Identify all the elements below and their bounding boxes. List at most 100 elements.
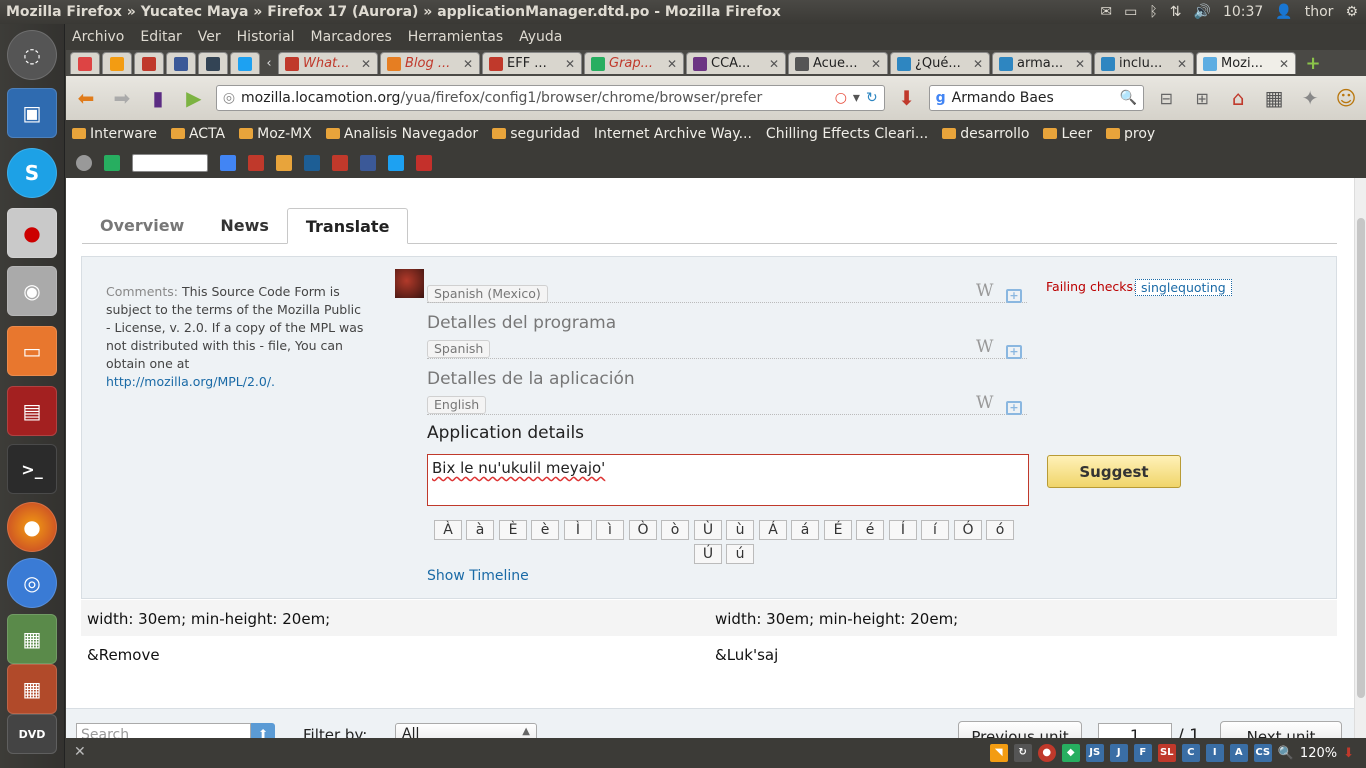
- page-number-input[interactable]: 1: [1098, 723, 1172, 738]
- dvd-icon[interactable]: DVD: [7, 714, 57, 754]
- pinned-tab-facebook[interactable]: [166, 52, 196, 74]
- reload-icon[interactable]: ↻: [866, 90, 878, 106]
- bookmark-seguridad[interactable]: seguridad: [492, 126, 580, 142]
- tab-8[interactable]: inclu... ✕: [1094, 52, 1194, 74]
- char-button[interactable]: Ú: [694, 544, 722, 564]
- page-scrollbar[interactable]: [1354, 178, 1366, 738]
- session-gear-icon[interactable]: ⚙: [1345, 4, 1358, 20]
- monkey-icon[interactable]: ☺: [1332, 84, 1360, 112]
- menu-editar[interactable]: Editar: [140, 29, 181, 45]
- char-button[interactable]: Ù: [694, 520, 722, 540]
- virtualbox-icon[interactable]: ▣: [7, 88, 57, 138]
- google-addon-icon[interactable]: [220, 155, 236, 171]
- app-stack-2-icon[interactable]: ▦: [7, 664, 57, 714]
- copy-to-target-icon[interactable]: +: [1006, 289, 1022, 303]
- bookmark-desarrollo[interactable]: desarrollo: [942, 126, 1029, 142]
- js-icon[interactable]: JS: [1085, 744, 1104, 762]
- char-button[interactable]: è: [531, 520, 559, 540]
- volume-icon[interactable]: 🔊: [1194, 4, 1211, 20]
- bookmark-moz-mx[interactable]: Moz-MX: [239, 126, 312, 142]
- tv-addon-icon[interactable]: ▶: [180, 84, 208, 112]
- char-button[interactable]: Á: [759, 520, 787, 540]
- char-button[interactable]: é: [856, 520, 884, 540]
- char-button[interactable]: á: [791, 520, 819, 540]
- tab-close-icon[interactable]: ✕: [463, 57, 473, 71]
- sync-icon[interactable]: ↻: [1013, 744, 1032, 762]
- bookmark-leer[interactable]: Leer: [1043, 126, 1092, 142]
- show-timeline-link[interactable]: Show Timeline: [427, 568, 529, 584]
- tab-close-icon[interactable]: ✕: [1177, 57, 1187, 71]
- unit-search-input[interactable]: Search: [76, 723, 251, 738]
- record-icon[interactable]: [76, 155, 92, 171]
- next-unit-button[interactable]: Next unit: [1220, 721, 1342, 738]
- url-bar[interactable]: ◎ mozilla.locamotion.org/yua/firefox/con…: [215, 85, 885, 111]
- char-button[interactable]: Ò: [629, 520, 657, 540]
- site-identity-icon[interactable]: ◎: [223, 90, 235, 106]
- char-button[interactable]: ì: [596, 520, 624, 540]
- tab-9-active[interactable]: Mozi... ✕: [1196, 52, 1296, 74]
- google-engine-icon[interactable]: g: [936, 90, 946, 106]
- tab-close-icon[interactable]: ✕: [1075, 57, 1085, 71]
- battery-icon[interactable]: ▭: [1124, 4, 1137, 20]
- char-button[interactable]: à: [466, 520, 494, 540]
- files-icon[interactable]: ▭: [7, 326, 57, 376]
- copy-to-target-icon[interactable]: +: [1006, 345, 1022, 359]
- bookmark-analisis-navegador[interactable]: Analisis Navegador: [326, 126, 478, 142]
- share-icon[interactable]: [104, 155, 120, 171]
- app-stack-icon[interactable]: ▦: [7, 614, 57, 664]
- i-icon[interactable]: I: [1205, 744, 1224, 762]
- j-icon[interactable]: J: [1109, 744, 1128, 762]
- download-icon[interactable]: ⬇: [893, 84, 921, 112]
- copy-to-target-icon[interactable]: +: [1006, 401, 1022, 415]
- menu-marcadores[interactable]: Marcadores: [311, 29, 392, 45]
- plus-icon[interactable]: ⊞: [1188, 84, 1216, 112]
- char-button[interactable]: Ì: [564, 520, 592, 540]
- char-button[interactable]: ó: [986, 520, 1014, 540]
- mail-icon[interactable]: ✉: [1100, 4, 1112, 20]
- pinned-tab-lastfm[interactable]: [134, 52, 164, 74]
- pinned-tab-twitter[interactable]: [230, 52, 260, 74]
- bookmark-interware[interactable]: Interware: [72, 126, 157, 142]
- toolbar-search-input[interactable]: [132, 154, 208, 172]
- previous-unit-button[interactable]: Previous unit: [958, 721, 1082, 738]
- tab-5[interactable]: Acue... ✕: [788, 52, 888, 74]
- char-button[interactable]: ò: [661, 520, 689, 540]
- char-button[interactable]: Í: [889, 520, 917, 540]
- puzzle-icon[interactable]: ✦: [1296, 84, 1324, 112]
- bookmark-internet-archive[interactable]: Internet Archive Way...: [594, 126, 752, 142]
- facebook-share-icon[interactable]: [360, 155, 376, 171]
- context-row[interactable]: &Remove &Luk'saj: [81, 636, 1337, 672]
- menu-herramientas[interactable]: Herramientas: [408, 29, 503, 45]
- tab-7[interactable]: arma... ✕: [992, 52, 1092, 74]
- menu-archivo[interactable]: Archivo: [72, 29, 124, 45]
- stats-addon-icon[interactable]: ▮: [144, 84, 172, 112]
- filter-select[interactable]: All ▲▼: [395, 723, 537, 738]
- tab-close-icon[interactable]: ✕: [667, 57, 677, 71]
- dash-home-icon[interactable]: ◌: [7, 30, 57, 80]
- youtube-icon[interactable]: [416, 155, 432, 171]
- tab-close-icon[interactable]: ✕: [769, 57, 779, 71]
- tab-overview[interactable]: Overview: [82, 207, 202, 243]
- tab-1[interactable]: Blog ... ✕: [380, 52, 480, 74]
- skype-icon[interactable]: S: [7, 148, 57, 198]
- bookmark-addon-icon[interactable]: [276, 155, 292, 171]
- zoom-icon[interactable]: 🔍: [1278, 746, 1294, 761]
- char-button[interactable]: í: [921, 520, 949, 540]
- translation-textarea[interactable]: Bix le nu'ukulil meyajo': [427, 454, 1029, 506]
- tab-0[interactable]: What... ✕: [278, 52, 378, 74]
- tab-close-icon[interactable]: ✕: [565, 57, 575, 71]
- record-status-icon[interactable]: ●: [1037, 744, 1056, 762]
- c-icon[interactable]: C: [1181, 744, 1200, 762]
- bookmark-proy[interactable]: proy: [1106, 126, 1155, 142]
- minus-icon[interactable]: ⊟: [1152, 84, 1180, 112]
- close-addon-bar-icon[interactable]: ✕: [74, 744, 86, 760]
- network-icon[interactable]: ⇅: [1170, 4, 1182, 20]
- tab-close-icon[interactable]: ✕: [361, 57, 371, 71]
- green-addon-icon[interactable]: ◆: [1061, 744, 1080, 762]
- wikipedia-icon[interactable]: W: [976, 393, 993, 413]
- suggest-button[interactable]: Suggest: [1047, 455, 1181, 488]
- tab-2[interactable]: EFF ... ✕: [482, 52, 582, 74]
- menu-ayuda[interactable]: Ayuda: [519, 29, 562, 45]
- menu-historial[interactable]: Historial: [237, 29, 295, 45]
- char-button[interactable]: È: [499, 520, 527, 540]
